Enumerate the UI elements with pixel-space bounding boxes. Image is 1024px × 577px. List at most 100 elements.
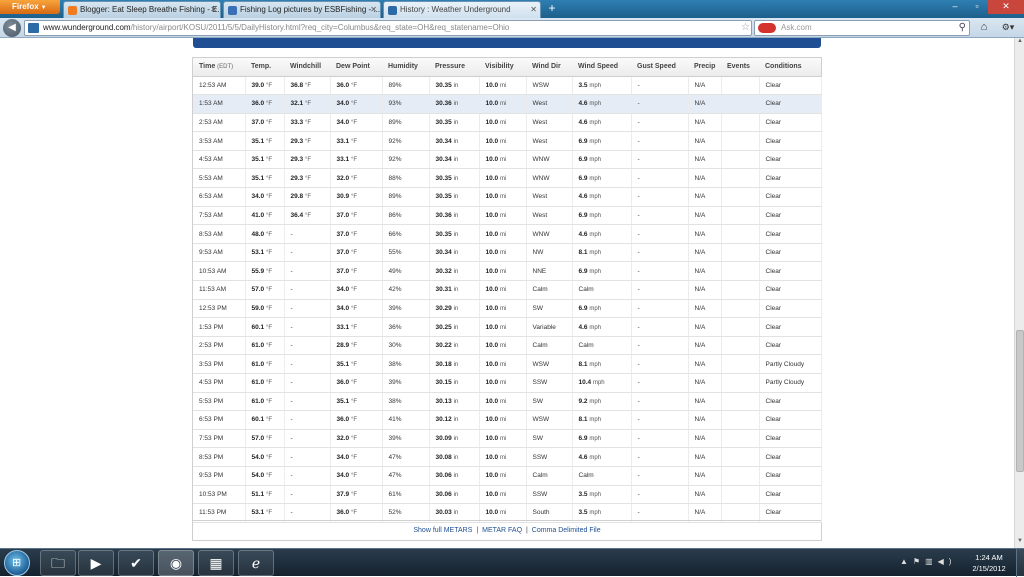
close-icon[interactable]: ✕: [370, 2, 377, 18]
cell-humidity-value: 42%: [388, 286, 402, 294]
show-hidden-icons-arrow-icon[interactable]: ▲: [900, 557, 913, 566]
cell-conditions-value: Clear: [765, 100, 782, 108]
cell-conditions: Clear: [759, 429, 822, 449]
ask-engine-icon[interactable]: [758, 23, 776, 33]
cell-windchill-unit: °F: [304, 157, 312, 164]
taskbar-clock[interactable]: 1:24 AM 2/15/2012: [966, 552, 1012, 574]
cell-wind-speed-value: Calm: [578, 286, 594, 294]
scroll-up-arrow-icon[interactable]: ▲: [1015, 38, 1024, 48]
col-time-label: Time: [199, 63, 216, 71]
cell-events: [721, 299, 760, 319]
cell-dew-point: 33.1 °F: [330, 131, 383, 151]
col-wind-dir[interactable]: Wind Dir: [526, 58, 572, 77]
col-dew-point[interactable]: Dew Point: [330, 58, 382, 77]
scrollbar-thumb[interactable]: [1016, 330, 1024, 472]
cell-pressure-value: 30.29: [435, 304, 452, 312]
cell-wind-speed-value: 3.5: [578, 490, 588, 498]
cell-wind-speed-unit: mph: [589, 324, 602, 331]
comma-delimited-file-link[interactable]: Comma Delimited File: [532, 527, 601, 534]
cell-temp: 37.0 °F: [245, 113, 285, 133]
cell-humidity-value: 49%: [388, 267, 402, 275]
metar-faq-link[interactable]: METAR FAQ: [482, 527, 522, 534]
col-events[interactable]: Events: [721, 58, 759, 77]
cell-gust-speed-value: -: [637, 435, 640, 443]
col-humidity[interactable]: Humidity: [382, 58, 429, 77]
cell-pressure-value: 30.03: [435, 509, 452, 517]
cell-dew-point-value: 35.1: [336, 397, 350, 405]
cell-precip-value: N/A: [694, 379, 706, 387]
maximize-button[interactable]: ▫: [966, 0, 988, 14]
bookmark-star-icon[interactable]: ☆: [741, 21, 750, 35]
cell-pressure-value: 30.09: [435, 435, 452, 443]
col-conditions[interactable]: Conditions: [759, 58, 821, 77]
cell-gust-speed-value: -: [637, 81, 640, 89]
col-gust-speed[interactable]: Gust Speed: [631, 58, 688, 77]
cell-visibility-unit: mi: [499, 101, 507, 108]
search-icon[interactable]: ⚲: [959, 21, 966, 35]
media-player-icon: ▶: [90, 555, 102, 571]
col-windchill[interactable]: Windchill: [284, 58, 330, 77]
col-temp[interactable]: Temp.: [245, 58, 284, 77]
firefox-menu-button[interactable]: Firefox ▼: [0, 0, 60, 14]
cell-wind-speed-unit: mph: [589, 268, 602, 275]
cell-wind-dir: SSW: [526, 447, 573, 467]
cell-temp-unit: °F: [265, 324, 273, 331]
cell-pressure-unit: in: [453, 324, 459, 331]
cell-wind-speed-unit: mph: [589, 101, 602, 108]
search-bar[interactable]: Ask.com ⚲: [754, 20, 970, 36]
cell-wind-speed: 4.6 mph: [572, 447, 632, 467]
network-icon[interactable]: ▥: [925, 557, 938, 566]
cell-precip: N/A: [688, 131, 722, 151]
col-pressure[interactable]: Pressure: [429, 58, 479, 77]
start-button[interactable]: ⊞: [4, 550, 30, 576]
taskbar-tasks[interactable]: ✔: [118, 550, 154, 576]
cell-windchill: -: [284, 373, 331, 393]
tools-menu-button[interactable]: ⚙▾: [996, 20, 1020, 36]
cell-wind-speed-unit: mph: [589, 231, 602, 238]
home-button[interactable]: ⌂: [976, 20, 992, 36]
cell-wind-speed-value: 3.5: [578, 81, 588, 89]
cell-wind-dir: West: [526, 113, 573, 133]
cell-dew-point: 34.0 °F: [330, 113, 383, 133]
cell-pressure: 30.13 in: [429, 392, 480, 412]
cell-dew-point-value: 34.0: [336, 286, 350, 294]
site-identity-icon[interactable]: [28, 23, 39, 33]
col-wind-speed[interactable]: Wind Speed: [572, 58, 631, 77]
cell-dew-point: 28.9 °F: [330, 336, 383, 356]
cell-gust-speed: -: [631, 113, 689, 133]
table-row: 3:53 PM 61.0 °F -35.1 °F 38% 30.18 in 10.0 mi…: [193, 354, 822, 374]
gear-icon: ⚙▾: [1001, 22, 1015, 32]
taskbar-file-explorer[interactable]: 🗀: [40, 550, 76, 576]
window-close-button[interactable]: ✕: [988, 0, 1024, 14]
volume-icon[interactable]: ◀): [938, 557, 957, 566]
minimize-button[interactable]: –: [944, 0, 966, 14]
scroll-down-arrow-icon[interactable]: ▼: [1015, 538, 1024, 548]
cell-precip: N/A: [688, 410, 722, 430]
cell-conditions: Clear: [759, 150, 822, 170]
page-scrollbar[interactable]: ▲ ▼: [1014, 38, 1024, 548]
taskbar-internet-explorer[interactable]: ℯ: [238, 550, 274, 576]
tab-blogger[interactable]: Blogger: Eat Sleep Breathe Fishing - E..…: [63, 1, 221, 18]
close-icon[interactable]: ✕: [530, 2, 537, 18]
cell-visibility-unit: mi: [499, 491, 507, 498]
tab-photobucket[interactable]: Fishing Log pictures by ESBFishing - ...…: [223, 1, 381, 18]
col-precip[interactable]: Precip: [688, 58, 721, 77]
tab-weather-underground[interactable]: History : Weather Underground ✕: [383, 1, 541, 18]
taskbar-calculator[interactable]: ▦: [198, 550, 234, 576]
back-button[interactable]: ◀: [3, 19, 21, 37]
cell-wind-speed: 6.9 mph: [572, 261, 632, 282]
cell-conditions: Partly Cloudy: [759, 354, 822, 374]
cell-visibility: 10.0 mi: [479, 447, 527, 467]
taskbar-firefox[interactable]: ◉: [158, 550, 194, 576]
cell-temp-value: 57.0: [251, 286, 265, 294]
col-visibility[interactable]: Visibility: [479, 58, 526, 77]
show-desktop-button[interactable]: [1016, 549, 1024, 577]
taskbar-media-player[interactable]: ▶: [78, 550, 114, 576]
url-bar[interactable]: www.wunderground.com/history/airport/KOS…: [24, 20, 752, 36]
col-time[interactable]: Time (EDT): [193, 58, 245, 77]
close-icon[interactable]: ✕: [210, 2, 217, 18]
cell-wind-speed-value: 8.1: [578, 249, 588, 257]
flag-icon[interactable]: ⚑: [913, 557, 925, 566]
full-metars-link[interactable]: full METARS: [433, 527, 473, 534]
new-tab-button[interactable]: +: [545, 2, 559, 16]
